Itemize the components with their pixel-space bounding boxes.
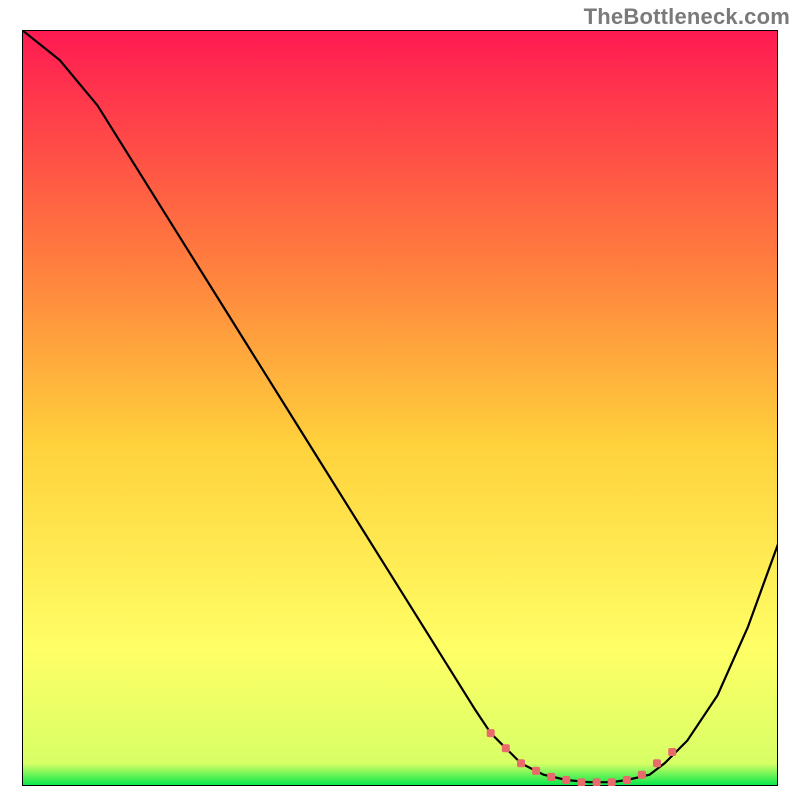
optimal-marker <box>562 776 570 784</box>
chart-frame: TheBottleneck.com <box>0 0 800 800</box>
chart-svg <box>22 30 778 786</box>
watermark-text: TheBottleneck.com <box>584 4 790 30</box>
optimal-marker <box>653 759 661 767</box>
optimal-marker <box>487 729 495 737</box>
optimal-marker <box>593 778 601 786</box>
optimal-marker <box>502 744 510 752</box>
optimal-marker <box>517 759 525 767</box>
optimal-marker <box>547 773 555 781</box>
optimal-marker <box>608 778 616 786</box>
optimal-marker <box>668 748 676 756</box>
optimal-marker <box>577 778 585 786</box>
gradient-background <box>22 30 778 786</box>
optimal-marker <box>623 776 631 784</box>
optimal-marker <box>638 771 646 779</box>
optimal-marker <box>532 767 540 775</box>
chart-plot-area <box>22 30 778 786</box>
